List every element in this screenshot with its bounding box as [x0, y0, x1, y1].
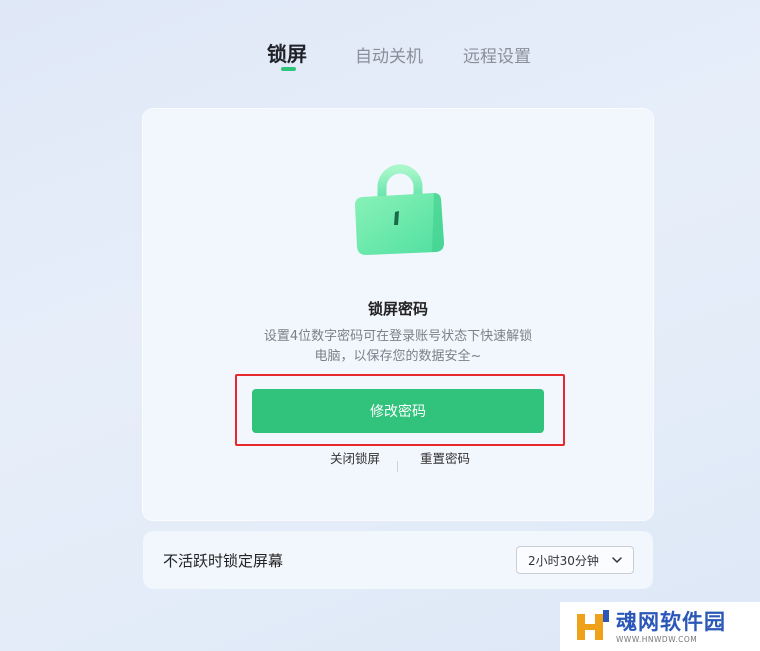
watermark-title: 魂网软件园: [616, 610, 726, 634]
reset-password-link[interactable]: 重置密码: [420, 448, 470, 467]
close-lock-screen-link[interactable]: 关闭锁屏: [330, 448, 380, 467]
change-password-button[interactable]: 修改密码: [252, 389, 544, 433]
link-divider: [397, 461, 398, 472]
tab-lock-screen[interactable]: 锁屏: [267, 36, 307, 69]
card-description: 设置4位数字密码可在登录账号状态下快速解锁电脑，以保存您的数据安全~: [263, 329, 533, 364]
tab-auto-shutdown[interactable]: 自动关机: [355, 40, 423, 69]
lock-timeout-select[interactable]: 2小时30分钟: [516, 546, 634, 574]
watermark-subtitle: WWW.HNWDW.COM: [616, 635, 698, 644]
watermark: 魂网软件园 WWW.HNWDW.COM: [560, 602, 760, 651]
active-tab-indicator: [281, 67, 296, 71]
card-title: 锁屏密码: [367, 300, 428, 318]
lock-timeout-value: 2小时30分钟: [528, 553, 599, 568]
tab-remote-settings[interactable]: 远程设置: [463, 40, 531, 69]
lock-icon: [355, 164, 444, 255]
chevron-down-icon: [612, 557, 622, 563]
inactive-lock-label: 不活跃时锁定屏幕: [163, 552, 284, 570]
watermark-logo-icon: [577, 610, 609, 640]
